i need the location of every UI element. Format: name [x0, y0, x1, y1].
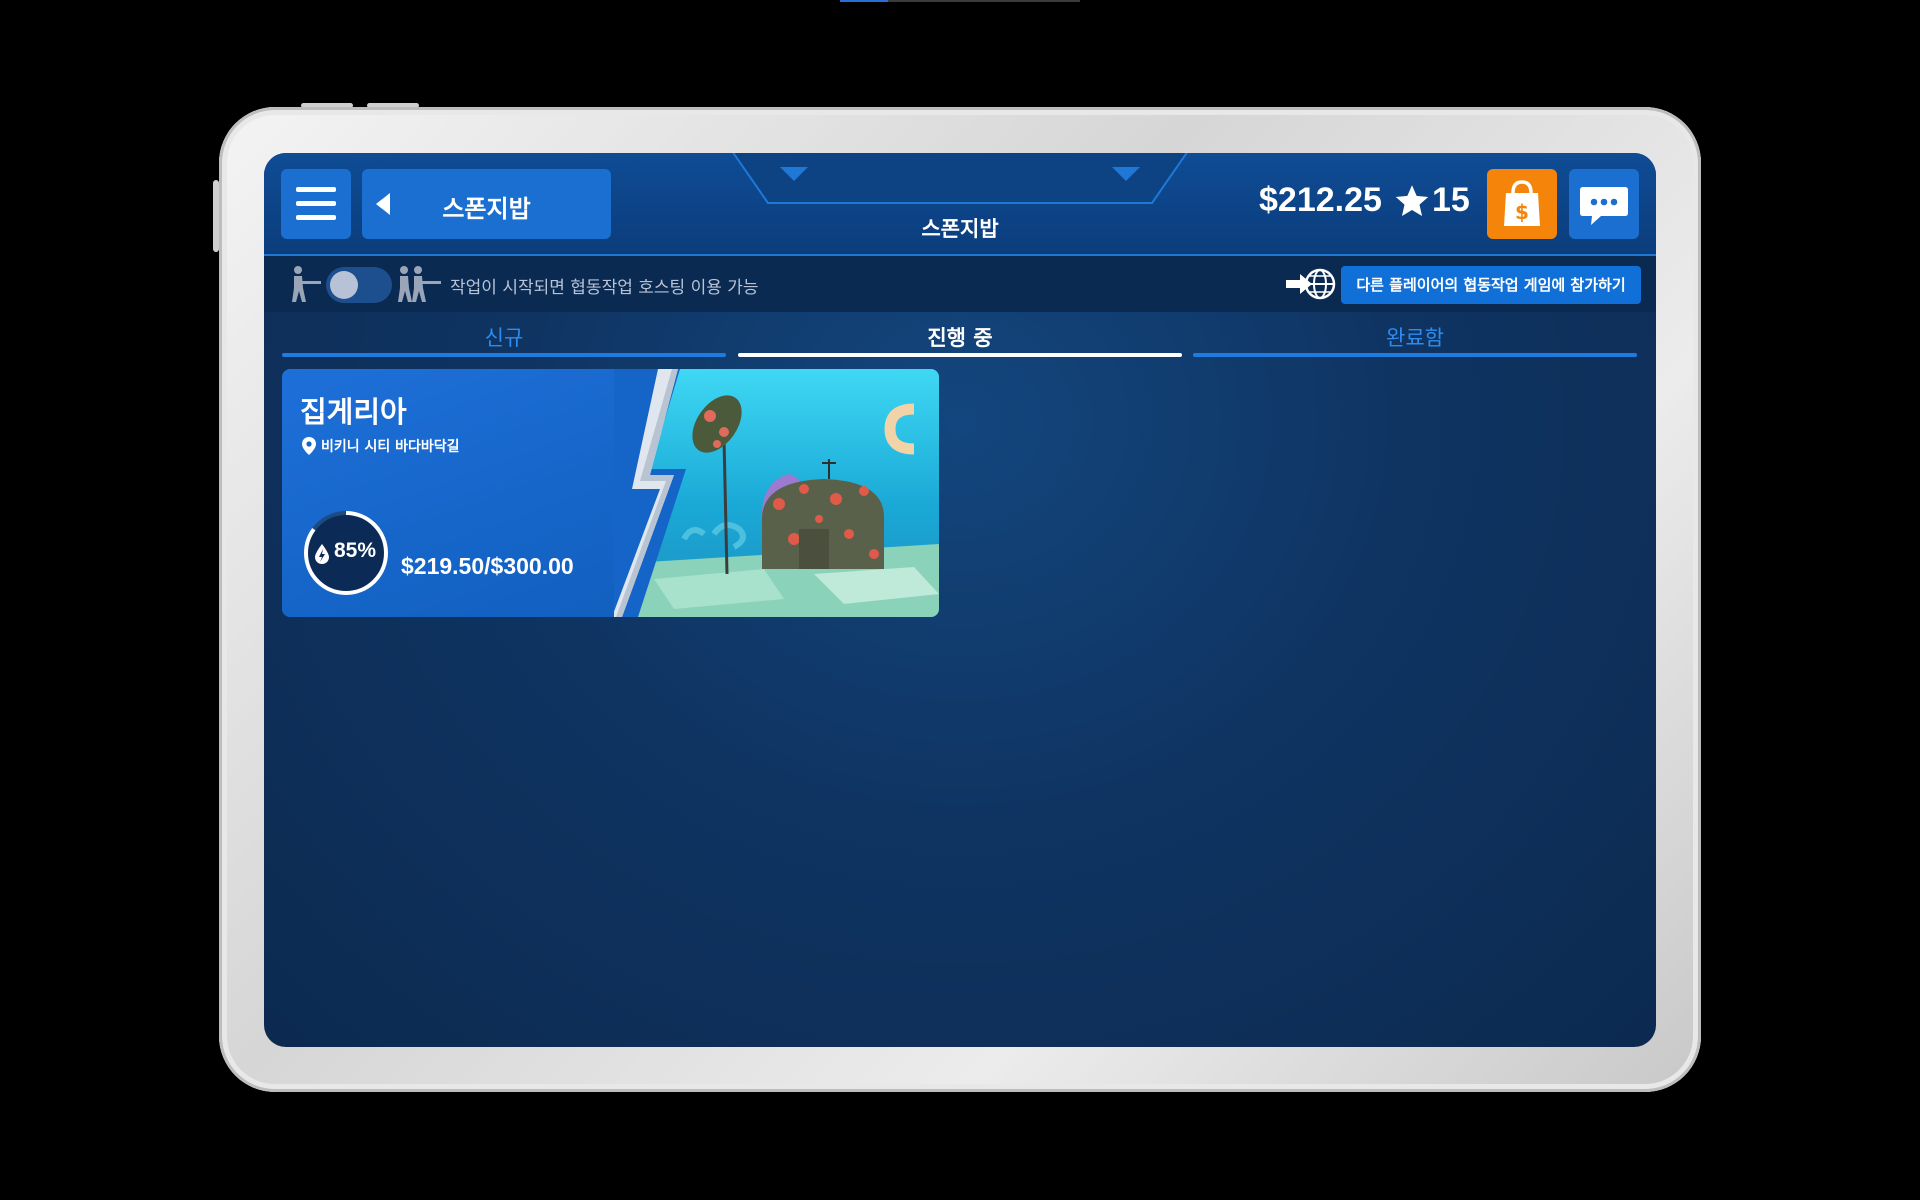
job-progress-percent: 85%: [334, 539, 377, 562]
toggle-knob: [330, 271, 358, 299]
coop-hosting-text: 작업이 시작되면 협동작업 호스팅 이용 가능: [450, 278, 759, 298]
tab-in-progress[interactable]: 진행 중: [738, 317, 1182, 357]
chat-button[interactable]: [1569, 169, 1639, 239]
map-pin-icon: [302, 437, 316, 455]
tab-label: 진행 중: [927, 326, 993, 350]
job-card[interactable]: 집게리아 비키니 시티 바다바닥길 85% $219.50/$300.00: [282, 369, 939, 617]
single-worker-icon: [292, 266, 321, 302]
tab-underline: [1193, 353, 1637, 357]
tab-new[interactable]: 신규: [282, 317, 726, 357]
job-title: 집게리아: [300, 395, 407, 429]
coop-bar: 작업이 시작되면 협동작업 호스팅 이용 가능 다른 플레이어의 협동작업 게임…: [264, 256, 1656, 312]
job-location-artwork: [614, 369, 939, 617]
star-count: 15: [1432, 181, 1470, 219]
hamburger-icon: [296, 187, 336, 192]
svg-text:$: $: [1515, 200, 1529, 224]
shopping-bag-dollar-icon: $: [1504, 180, 1540, 226]
tab-underline: [738, 353, 1182, 357]
tab-completed[interactable]: 완료함: [1193, 317, 1637, 357]
tab-underline: [282, 353, 726, 357]
chat-bubble-icon: [1580, 187, 1628, 225]
star-icon: [1395, 185, 1429, 216]
game-screen: 스폰지밥 스폰지밥 $212.25 15 $ 작업이 시작되면 협동작업 호스팅…: [264, 153, 1656, 1047]
multiple-workers-icon: [398, 266, 441, 302]
top-header: 스폰지밥 스폰지밥 $212.25 15 $: [264, 153, 1656, 256]
arrow-globe-icon: [1286, 268, 1336, 300]
tab-label: 완료함: [1386, 326, 1444, 350]
money-display: $212.25: [1259, 181, 1382, 219]
job-earnings: $219.50/$300.00: [401, 553, 574, 579]
tab-label: 신규: [484, 326, 524, 350]
join-coop-button[interactable]: 다른 플레이어의 협동작업 게임에 참가하기: [1341, 266, 1641, 304]
shop-button[interactable]: $: [1487, 169, 1557, 239]
header-notch: [732, 153, 1188, 204]
hamburger-icon: [296, 201, 336, 206]
coop-host-toggle[interactable]: [326, 267, 392, 303]
top-status-accent: [840, 0, 888, 2]
job-location: 비키니 시티 바다바닥길: [321, 439, 460, 455]
